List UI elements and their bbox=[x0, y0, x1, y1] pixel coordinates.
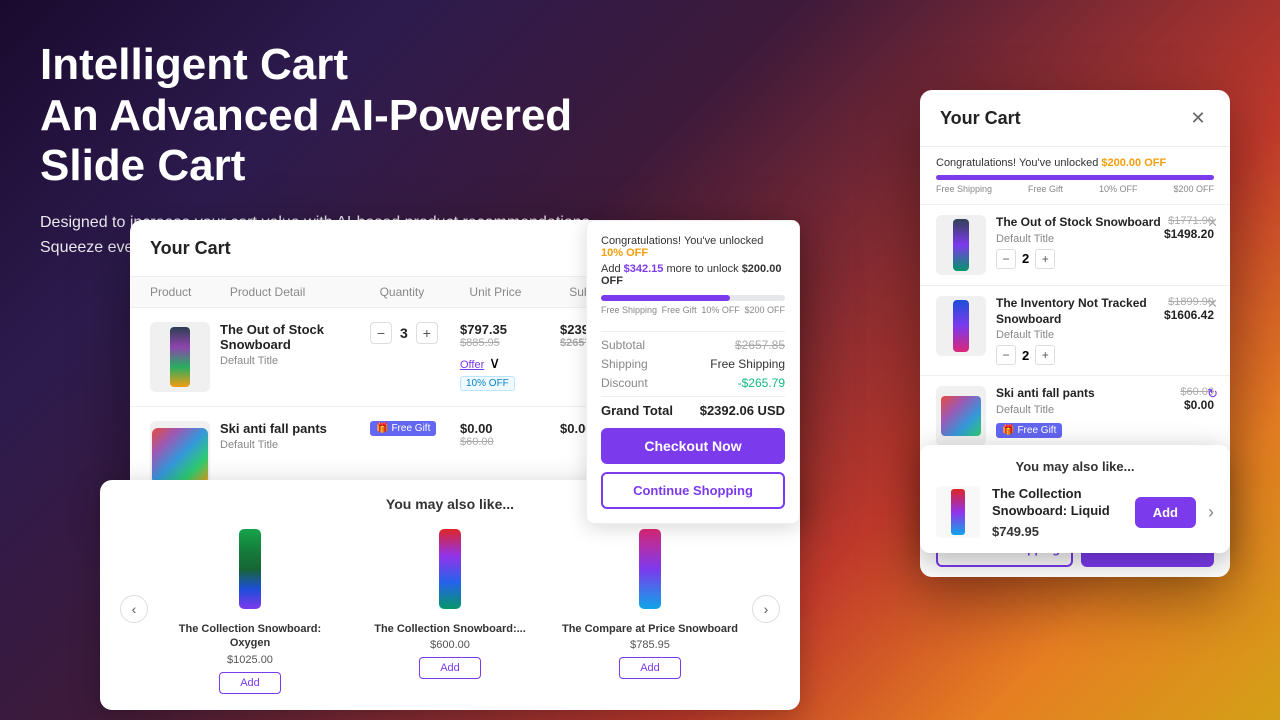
grand-total-row: Grand Total $2392.06 USD bbox=[601, 403, 785, 418]
right-item-details-1: The Out of Stock Snowboard Default Title… bbox=[996, 215, 1164, 269]
right-qty-dec-1[interactable]: − bbox=[996, 249, 1016, 269]
offer-badge: Offer ∨ bbox=[460, 353, 560, 373]
right-cart-title: Your Cart bbox=[940, 108, 1021, 129]
right-cart-item-2: The Inventory Not Tracked Snowboard Defa… bbox=[920, 286, 1230, 376]
progress-fill bbox=[601, 295, 730, 301]
progress-section: Free Shipping Free Gift 10% OFF $200 OFF bbox=[601, 295, 785, 315]
rec-img-2 bbox=[610, 524, 690, 614]
cart-title: Your Cart bbox=[150, 238, 231, 259]
also-nav-right[interactable]: › bbox=[1208, 502, 1214, 523]
right-item-close-2[interactable]: ✕ bbox=[1207, 296, 1218, 312]
rec-img-1 bbox=[410, 524, 490, 614]
right-progress-labels: Free Shipping Free Gift 10% OFF $200 OFF bbox=[936, 184, 1214, 194]
free-gift-badge: 🎁Free Gift bbox=[370, 421, 436, 436]
rec-next-button[interactable]: › bbox=[752, 595, 780, 623]
right-item-img-3 bbox=[936, 386, 986, 446]
qty-decrease-1[interactable]: − bbox=[370, 322, 392, 344]
continue-shopping-button-center[interactable]: Continue Shopping bbox=[601, 472, 785, 509]
item-price-2: $0.00 $60.00 bbox=[460, 421, 560, 448]
right-cart-item-1: The Out of Stock Snowboard Default Title… bbox=[920, 205, 1230, 286]
congrats-text: Congratulations! You've unlocked 10% OFF bbox=[601, 235, 785, 259]
right-free-gift-badge: 🎁 Free Gift bbox=[996, 423, 1062, 438]
shipping-row: Shipping Free Shipping bbox=[601, 357, 785, 371]
right-qty-inc-1[interactable]: + bbox=[1035, 249, 1055, 269]
rec-products: The Collection Snowboard: Oxygen $1025.0… bbox=[158, 524, 742, 694]
item-qty-2: 🎁Free Gift bbox=[370, 421, 460, 436]
cart-summary-panel: Congratulations! You've unlocked 10% OFF… bbox=[586, 220, 800, 524]
right-item-details-2: The Inventory Not Tracked Snowboard Defa… bbox=[996, 296, 1164, 365]
right-progress-track bbox=[936, 175, 1214, 180]
item-price-1: $797.35 $885.95 Offer ∨ 10% OFF bbox=[460, 322, 560, 391]
also-info: The Collection Snowboard: Liquid $749.95 bbox=[992, 486, 1123, 539]
rec-product-0: The Collection Snowboard: Oxygen $1025.0… bbox=[158, 524, 342, 694]
summary-divider-1 bbox=[601, 331, 785, 332]
also-img bbox=[936, 486, 980, 538]
rec-product-1: The Collection Snowboard:... $600.00 Add bbox=[358, 524, 542, 694]
item-image-1 bbox=[150, 322, 210, 392]
right-item-details-3: Ski anti fall pants Default Title 🎁 Free… bbox=[996, 386, 1180, 438]
checkout-now-button[interactable]: Checkout Now bbox=[601, 428, 785, 464]
rec-add-button-2[interactable]: Add bbox=[619, 657, 681, 679]
right-qty-inc-2[interactable]: + bbox=[1035, 345, 1055, 365]
right-congrats-text: Congratulations! You've unlocked $200.00… bbox=[936, 157, 1214, 169]
qty-increase-1[interactable]: + bbox=[416, 322, 438, 344]
rec-prev-button[interactable]: ‹ bbox=[120, 595, 148, 623]
add-more-text: Add $342.15 more to unlock $200.00 OFF bbox=[601, 263, 785, 287]
hero-title: Intelligent Cart An Advanced AI-Powered … bbox=[40, 40, 600, 192]
item-qty-1: − 3 + bbox=[370, 322, 460, 344]
rec-add-button-0[interactable]: Add bbox=[219, 672, 281, 694]
right-close-button[interactable]: ✕ bbox=[1186, 106, 1210, 130]
item-info-1: The Out of Stock Snowboard Default Title bbox=[220, 322, 370, 367]
discount-row: Discount -$265.79 bbox=[601, 376, 785, 390]
also-like-title: You may also like... bbox=[936, 459, 1214, 474]
rec-img-0 bbox=[210, 524, 290, 614]
progress-track bbox=[601, 295, 785, 301]
progress-labels: Free Shipping Free Gift 10% OFF $200 OFF bbox=[601, 305, 785, 315]
item-info-2: Ski anti fall pants Default Title bbox=[220, 421, 370, 451]
summary-divider-2 bbox=[601, 396, 785, 397]
rec-items: ‹ The Collection Snowboard: Oxygen $1025… bbox=[120, 524, 780, 694]
pants-thumbnail bbox=[152, 428, 208, 484]
right-qty-dec-2[interactable]: − bbox=[996, 345, 1016, 365]
also-like-item: The Collection Snowboard: Liquid $749.95… bbox=[936, 486, 1214, 539]
subtotal-row: Subtotal $2657.85 bbox=[601, 338, 785, 352]
right-progress-area: Congratulations! You've unlocked $200.00… bbox=[920, 147, 1230, 205]
right-cart-header: Your Cart ✕ bbox=[920, 90, 1230, 147]
discount-badge: 10% OFF bbox=[460, 376, 515, 391]
rec-add-button-1[interactable]: Add bbox=[419, 657, 481, 679]
right-qty-row-1: − 2 + bbox=[996, 249, 1164, 269]
right-item-refresh-3[interactable]: ↻ bbox=[1207, 386, 1218, 402]
right-item-close-1[interactable]: ✕ bbox=[1207, 215, 1218, 231]
rec-product-2: The Compare at Price Snowboard $785.95 A… bbox=[558, 524, 742, 694]
snowboard-thumbnail bbox=[170, 327, 190, 387]
right-item-img-1 bbox=[936, 215, 986, 275]
right-item-img-2 bbox=[936, 296, 986, 356]
right-qty-row-2: − 2 + bbox=[996, 345, 1164, 365]
also-add-button[interactable]: Add bbox=[1135, 497, 1196, 528]
right-also-like: You may also like... The Collection Snow… bbox=[920, 445, 1230, 553]
